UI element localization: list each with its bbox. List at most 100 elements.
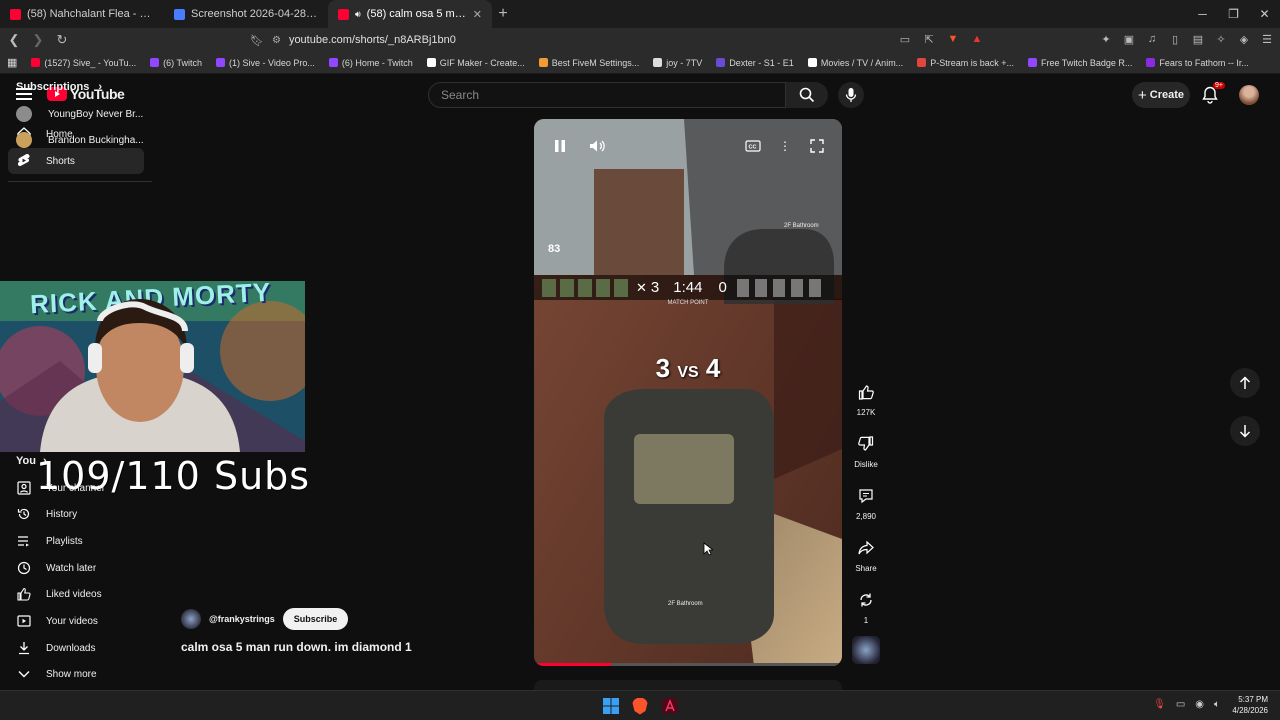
next-short-preview[interactable] <box>534 680 842 690</box>
subscriptions-heading[interactable]: Subscriptions › <box>16 81 102 93</box>
like-button[interactable] <box>852 378 880 406</box>
subscription-item[interactable]: Brandon Buckingha... <box>16 132 144 148</box>
previous-short-button[interactable] <box>1230 368 1260 398</box>
microphone-tray-icon[interactable]: 🎙︎ <box>1153 699 1166 710</box>
brave-rewards-icon[interactable]: ▲ <box>970 32 984 46</box>
share-action[interactable]: Share <box>848 534 884 573</box>
forward-icon[interactable]: ❯ <box>28 32 48 48</box>
comments-action[interactable]: 2,890 <box>848 482 884 521</box>
create-button[interactable]: + Create <box>1132 82 1190 108</box>
captions-button[interactable]: CC <box>742 135 764 157</box>
sidebar-item-downloads[interactable]: Downloads <box>8 635 144 661</box>
sidebar-item-shorts[interactable]: Shorts <box>8 148 144 174</box>
remix-button[interactable] <box>852 586 880 614</box>
bookmark-item[interactable]: Free Twitch Badge R... <box>1021 58 1139 68</box>
pause-button[interactable] <box>549 135 571 157</box>
sidebar-item-liked-videos[interactable]: Liked videos <box>8 581 144 607</box>
browser-tab-active[interactable]: 🔊︎ (58) calm osa 5 man run down. im diam… <box>328 0 492 28</box>
bookmark-item[interactable]: joy - 7TV <box>646 58 709 68</box>
channel-handle[interactable]: @frankystrings <box>209 614 275 624</box>
apps-icon[interactable]: ▦ <box>0 56 24 69</box>
close-tab-icon[interactable]: ✕ <box>473 8 482 21</box>
bookmark-page-icon[interactable]: 🔖︎ <box>250 34 264 47</box>
more-options-button[interactable]: ⋮ <box>774 135 796 157</box>
volume-button[interactable] <box>586 135 608 157</box>
like-action[interactable]: 127K <box>848 378 884 417</box>
brave-shields-icon[interactable]: ▼ <box>946 32 960 46</box>
dexter-icon <box>716 58 726 67</box>
browser-tab[interactable]: Screenshot 2026-04-28 162606.png <box>164 0 328 28</box>
search-button[interactable] <box>786 82 828 108</box>
share-button[interactable] <box>852 534 880 562</box>
voice-search-button[interactable] <box>838 82 864 108</box>
bookmark-item[interactable]: Movies / TV / Anim... <box>801 58 910 68</box>
speaker-icon[interactable]: 🔊︎ <box>355 9 361 20</box>
bookmark-item[interactable]: (6) Twitch <box>143 58 209 68</box>
next-short-button[interactable] <box>1230 416 1260 446</box>
bookmark-item[interactable]: Dexter - S1 - E1 <box>709 58 801 68</box>
vpn-icon[interactable]: ◈ <box>1237 32 1251 46</box>
browser-tab[interactable]: (58) Nahchalant Flea - "4 A.M in Vegas" <box>0 0 164 28</box>
leo-ai-icon[interactable]: ✧ <box>1214 32 1228 46</box>
sidebar-item-show-more[interactable]: Show more <box>8 661 144 687</box>
bookmark-item[interactable]: P-Stream is back +... <box>910 58 1021 68</box>
windows-taskbar: 🎙︎ ▭ ◉ 🔈︎ 5:37 PM 4/28/2026 <box>0 690 1280 720</box>
volume-tray-icon[interactable]: 🔈︎ <box>1214 699 1220 710</box>
adobe-app-icon[interactable] <box>660 696 680 716</box>
video-progress-bar[interactable] <box>534 663 842 666</box>
subscribe-button[interactable]: Subscribe <box>282 608 349 630</box>
subscription-item[interactable]: YoungBoy Never Br... <box>16 106 143 122</box>
extensions-icon[interactable]: ✦ <box>1099 32 1113 46</box>
new-tab-button[interactable]: + <box>492 5 514 23</box>
windows-start-icon[interactable] <box>601 696 621 716</box>
bookmark-item[interactable]: Best FiveM Settings... <box>532 58 647 68</box>
dislike-button[interactable] <box>852 430 880 458</box>
reload-icon[interactable]: ↻ <box>52 32 72 48</box>
brave-browser-icon[interactable] <box>630 696 650 716</box>
display-tray-icon[interactable]: ▭ <box>1176 699 1185 710</box>
fullscreen-button[interactable] <box>806 135 828 157</box>
network-tray-icon[interactable]: ◉ <box>1195 699 1204 710</box>
comments-button[interactable] <box>852 482 880 510</box>
restore-icon[interactable]: ❐ <box>1218 0 1249 28</box>
sidebar-toggle-icon[interactable]: ▯ <box>1168 32 1182 46</box>
play-icon <box>807 58 817 67</box>
bookmark-item[interactable]: (1527) Sive_ - YouTu... <box>24 58 143 68</box>
bookmark-item[interactable]: Fears to Fathom -- Ir... <box>1139 58 1256 68</box>
image-favicon-icon <box>174 8 185 20</box>
back-icon[interactable]: ❮ <box>4 32 24 48</box>
sidebar-item-playlists[interactable]: Playlists <box>8 528 144 554</box>
sidebar-item-label: Shorts <box>46 155 75 167</box>
remix-action[interactable]: 1 <box>848 586 884 625</box>
system-clock[interactable]: 5:37 PM 4/28/2026 <box>1232 694 1268 716</box>
location-label-top: 2F Bathroom <box>784 223 819 229</box>
search-input[interactable]: Search <box>428 82 786 108</box>
streamer-figure <box>40 299 240 452</box>
shorts-video-player[interactable]: 83 CC ⋮ ✕ 3 1:44 0 MATCH POINT 3 VS 4 2F… <box>534 119 842 666</box>
cast-icon[interactable]: ▭ <box>898 32 912 46</box>
7tv-icon <box>653 58 663 67</box>
address-bar[interactable]: 🔖︎ ⚙︎ youtube.com/shorts/_n8ARBj1bn0 <box>248 30 992 50</box>
minimize-icon[interactable]: ─ <box>1187 0 1218 28</box>
bookmark-item[interactable]: GIF Maker - Create... <box>420 58 532 68</box>
sidebar-item-your-channel[interactable]: Your channel <box>8 475 144 501</box>
close-window-icon[interactable]: ✕ <box>1249 0 1280 28</box>
sound-thumbnail[interactable] <box>852 636 880 664</box>
video-title[interactable]: calm osa 5 man run down. im diamond 1 <box>181 640 412 654</box>
screenshot-icon[interactable]: ▣ <box>1122 32 1136 46</box>
media-icon[interactable]: ♫ <box>1145 32 1159 46</box>
bookmark-item[interactable]: (1) Sive - Video Pro... <box>209 58 322 68</box>
audio-source-thumbnail[interactable] <box>848 636 884 664</box>
wallet-icon[interactable]: ▤ <box>1191 32 1205 46</box>
site-info-icon[interactable]: ⚙︎ <box>272 35 281 46</box>
sidebar-item-history[interactable]: History <box>8 501 144 527</box>
channel-avatar[interactable] <box>181 609 201 629</box>
share-page-icon[interactable]: ⇱ <box>922 32 936 46</box>
webcam-overlay: RICK AND MORTY <box>0 281 305 452</box>
bookmark-item[interactable]: (6) Home - Twitch <box>322 58 420 68</box>
sidebar-item-watch-later[interactable]: Watch later <box>8 555 144 581</box>
sidebar-item-your-videos[interactable]: Your videos <box>8 608 144 634</box>
account-avatar[interactable] <box>1239 85 1259 105</box>
menu-icon[interactable]: ☰ <box>1260 32 1274 46</box>
dislike-action[interactable]: Dislike <box>848 430 884 469</box>
